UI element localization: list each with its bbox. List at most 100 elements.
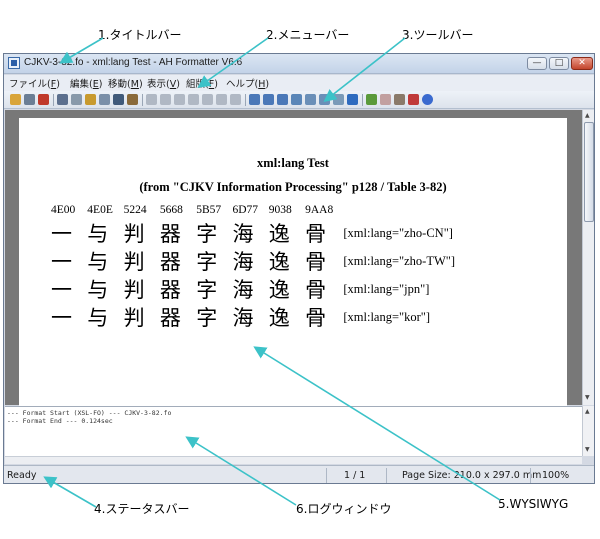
maximize-button[interactable]: □ [549,57,569,70]
cjk-glyph: 逸 [268,306,290,330]
document-subtitle: (from "CJKV Information Processing" p128… [139,180,447,194]
xml-lang-label: [xml:lang="zho-TW"] [343,254,456,268]
last-page-icon[interactable] [188,94,199,105]
cjk-glyph: 骨 [305,278,327,302]
toolbar-separator [362,94,363,106]
go-page-icon[interactable] [202,94,213,105]
document-vertical-scrollbar[interactable]: ▲ ▼ [582,110,594,405]
xml-lang-label: [xml:lang="zho-CN"] [343,226,453,240]
log-vertical-scrollbar[interactable]: ▲ ▼ [582,406,594,456]
copy-icon[interactable] [71,94,82,105]
settings-icon[interactable] [394,94,405,105]
cjk-glyph: 海 [232,278,254,302]
status-ready: Ready [7,470,37,481]
zoom-out-icon[interactable] [263,94,274,105]
minimize-button[interactable]: — [527,57,547,70]
prev-page-icon[interactable] [160,94,171,105]
status-divider [386,468,387,483]
toolbar-separator [53,94,54,106]
cjk-glyph: 器 [159,306,181,330]
cjk-glyph: 一 [51,306,72,330]
edit2-icon[interactable] [99,94,110,105]
callout-log-window: 6.ログウィンドウ [296,502,392,516]
cjk-glyph: 逸 [268,250,290,274]
pdf-icon[interactable] [38,94,49,105]
status-bar: Ready 1 / 1 Page Size: 210.0 x 297.0 mm … [4,465,594,483]
menu-item[interactable]: 編集(E) [70,76,102,90]
cjk-glyph: 与 [87,278,109,302]
stop-icon[interactable] [380,94,391,105]
window-title: CJKV-3-82.fo - xml:lang Test - AH Format… [24,57,243,68]
two-page-icon[interactable] [319,94,330,105]
cjk-glyph: 骨 [305,306,327,330]
cjk-glyph: 逸 [268,278,290,302]
cjk-glyph: 海 [232,222,254,246]
run-icon[interactable] [366,94,377,105]
back-icon[interactable] [216,94,227,105]
xml-lang-label: [xml:lang="jpn"] [343,282,430,296]
cjk-glyph: 骨 [305,250,327,274]
cjk-glyph: 骨 [305,222,327,246]
cjk-glyph: 判 [123,250,145,274]
cjk-glyph: 判 [123,278,145,302]
edit-icon[interactable] [85,94,96,105]
cjk-glyph: 海 [232,250,254,274]
find-icon[interactable] [113,94,124,105]
app-logo-icon [8,57,20,69]
menu-item[interactable]: ファイル(F) [9,76,60,90]
log-scroll-down-icon[interactable]: ▼ [585,446,590,453]
zoom-in-icon[interactable] [249,94,260,105]
callout-toolbar: 3.ツールバー [402,28,474,42]
open-icon[interactable] [10,94,21,105]
log-horizontal-scrollbar[interactable] [5,456,582,464]
grid-icon[interactable] [333,94,344,105]
callout-statusbar: 4.ステータスバー [94,502,190,516]
cjk-glyph: 与 [87,250,109,274]
title-bar[interactable]: CJKV-3-82.fo - xml:lang Test - AH Format… [4,54,594,74]
menu-item[interactable]: 移動(M) [108,76,143,90]
cjk-glyph: 字 [196,306,218,330]
select-icon[interactable] [57,94,68,105]
document-page: xml:lang Test (from "CJKV Information Pr… [19,118,567,418]
scroll-up-icon[interactable]: ▲ [585,112,590,119]
menu-item[interactable]: 組版(F) [186,76,218,90]
toolbar [4,91,594,109]
document-view[interactable]: xml:lang Test (from "CJKV Information Pr… [5,110,582,418]
zoom-fit-icon[interactable] [277,94,288,105]
code-point: 9AA8 [305,204,334,216]
single-page-icon[interactable] [305,94,316,105]
cjk-glyph-row: 一与判器字海逸骨 [xml:lang="jpn"] [51,278,429,302]
scrollbar-thumb[interactable] [584,122,594,222]
help-icon[interactable] [422,94,433,105]
cjk-glyph: 海 [232,306,254,330]
log-scroll-up-icon[interactable]: ▲ [585,408,590,415]
next-page-icon[interactable] [174,94,185,105]
status-divider [326,468,327,483]
status-page-size: Page Size: 210.0 x 297.0 mm [402,470,542,481]
app-window: CJKV-3-82.fo - xml:lang Test - AH Format… [3,53,595,484]
page-width-icon[interactable] [291,94,302,105]
cjk-glyph-row: 一与判器字海逸骨 [xml:lang="kor"] [51,306,430,330]
cjk-glyph: 器 [159,278,181,302]
menu-item[interactable]: 表示(V) [147,76,180,90]
menu-item[interactable]: ヘルプ(H) [226,76,269,90]
forward-icon[interactable] [230,94,241,105]
print-icon[interactable] [24,94,35,105]
cjk-glyph: 字 [196,222,218,246]
xml-lang-label: [xml:lang="kor"] [343,310,431,324]
callout-titlebar: 1.タイトルバー [98,28,182,42]
toolbar-separator [245,94,246,106]
cjk-glyph: 字 [196,278,218,302]
scroll-down-icon[interactable]: ▼ [585,394,590,401]
cjk-glyph: 判 [123,306,145,330]
first-page-icon[interactable] [146,94,157,105]
close-button[interactable]: ✕ [571,57,593,70]
code-point: 4E0E [87,204,113,216]
binocular-icon[interactable] [127,94,138,105]
code-point: 6D77 [232,204,259,216]
callout-wysiwyg: 5.WYSIWYG [498,497,569,511]
g-icon[interactable] [347,94,358,105]
pdf-out-icon[interactable] [408,94,419,105]
cjk-glyph: 逸 [268,222,290,246]
code-point: 9038 [268,204,292,216]
